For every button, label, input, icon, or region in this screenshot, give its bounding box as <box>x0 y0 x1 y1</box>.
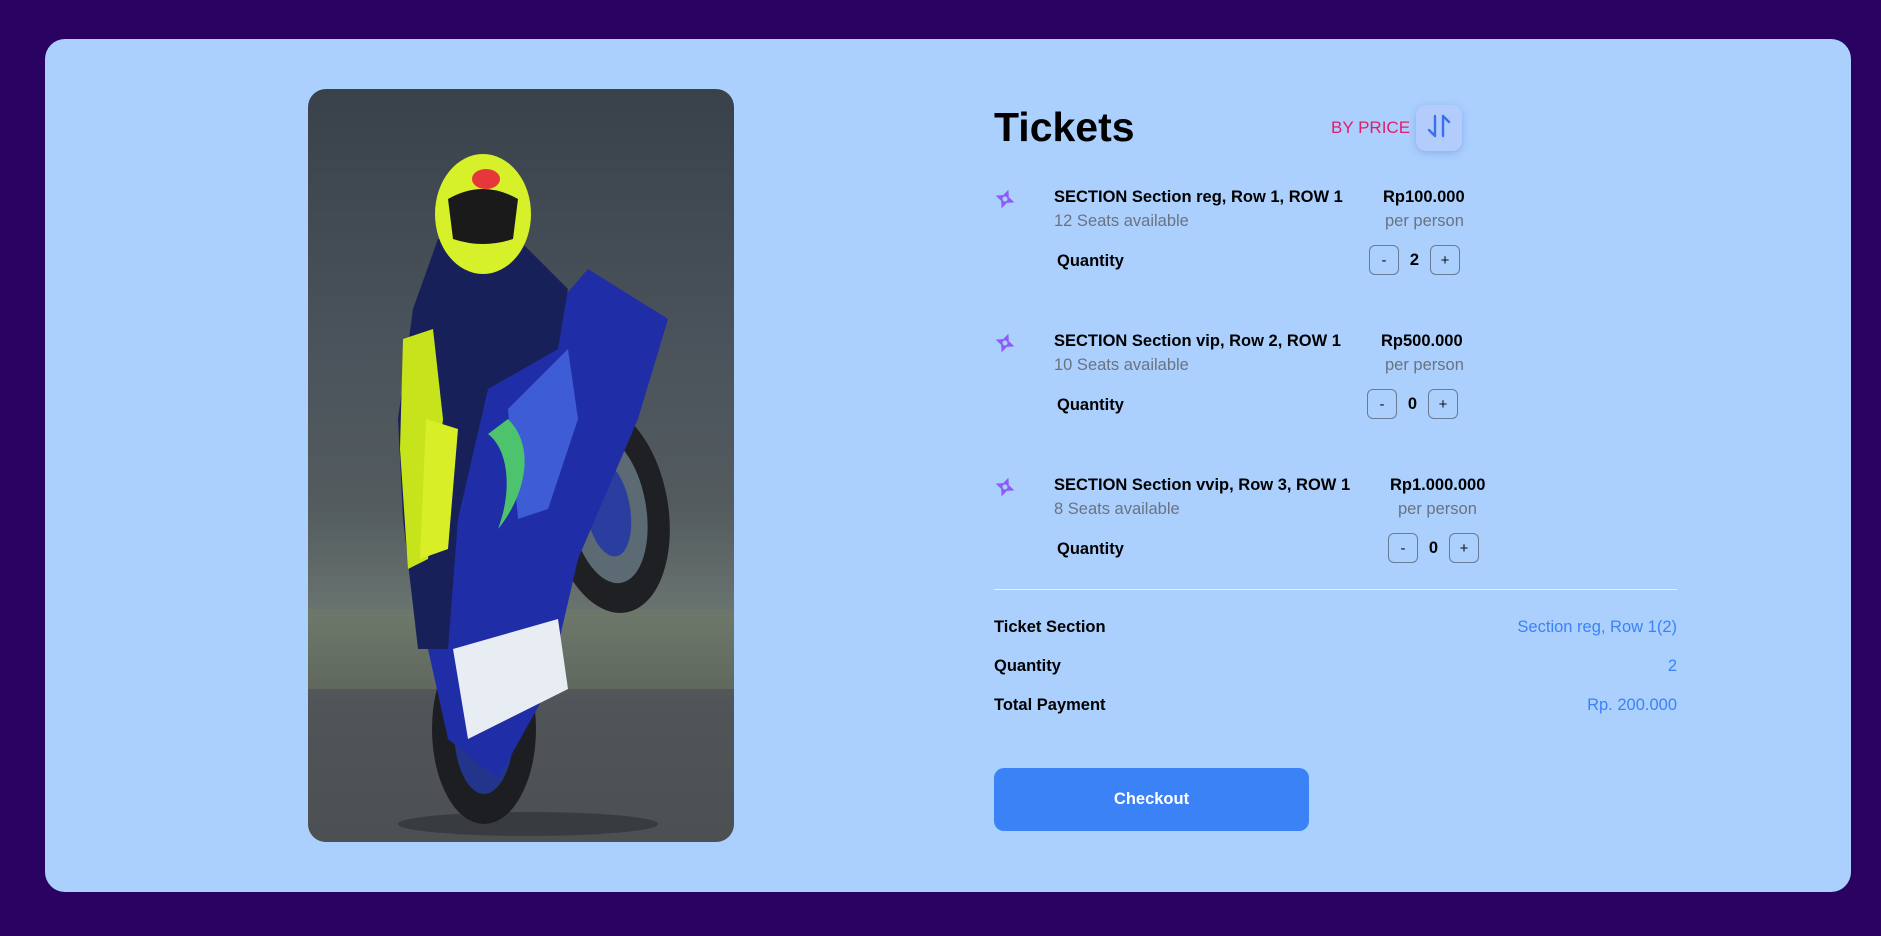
ticket-item-reg: SECTION Section reg, Row 1, ROW 1 12 Sea… <box>994 182 1494 292</box>
summary-value: 2 <box>1667 657 1677 675</box>
sort-arrows-icon <box>1425 112 1453 145</box>
summary-divider <box>994 589 1677 590</box>
decrement-button[interactable]: - <box>1367 389 1397 419</box>
summary-label: Quantity <box>994 657 1061 675</box>
quantity-stepper: - 0 + <box>1367 389 1458 419</box>
ticket-seats: 8 Seats available <box>1054 500 1180 518</box>
ticket-price: Rp1.000.000 <box>1390 476 1486 494</box>
summary-value: Rp. 200.000 <box>1587 696 1677 714</box>
ticket-price: Rp500.000 <box>1381 332 1463 350</box>
quantity-label: Quantity <box>1057 252 1124 270</box>
quantity-label: Quantity <box>1057 540 1124 558</box>
quantity-value: 2 <box>1409 250 1420 269</box>
page-title: Tickets <box>994 104 1135 150</box>
sort-button[interactable] <box>1416 105 1462 151</box>
checkout-button[interactable]: Checkout <box>994 768 1309 831</box>
ticket-per-person: per person <box>1385 212 1464 230</box>
ticket-per-person: per person <box>1398 500 1477 518</box>
ticket-item-vvip: SECTION Section vvip, Row 3, ROW 1 8 Sea… <box>994 470 1494 580</box>
quantity-stepper: - 2 + <box>1369 245 1460 275</box>
summary-label: Ticket Section <box>994 618 1106 636</box>
ticket-name: SECTION Section vip, Row 2, ROW 1 <box>1054 332 1341 350</box>
ticket-price: Rp100.000 <box>1383 188 1465 206</box>
increment-button[interactable]: + <box>1449 533 1479 563</box>
decrement-button[interactable]: - <box>1388 533 1418 563</box>
ticket-name: SECTION Section reg, Row 1, ROW 1 <box>1054 188 1343 206</box>
ticket-icon <box>994 188 1016 210</box>
quantity-value: 0 <box>1428 538 1439 557</box>
ticket-icon <box>994 332 1016 354</box>
summary-value: Section reg, Row 1(2) <box>1517 618 1677 636</box>
event-photo <box>308 89 734 842</box>
ticket-seats: 10 Seats available <box>1054 356 1189 374</box>
ticket-name: SECTION Section vvip, Row 3, ROW 1 <box>1054 476 1351 494</box>
quantity-stepper: - 0 + <box>1388 533 1479 563</box>
summary-label: Total Payment <box>994 696 1106 714</box>
increment-button[interactable]: + <box>1428 389 1458 419</box>
decrement-button[interactable]: - <box>1369 245 1399 275</box>
ticket-icon <box>994 476 1016 498</box>
quantity-label: Quantity <box>1057 396 1124 414</box>
ticket-item-vip: SECTION Section vip, Row 2, ROW 1 10 Sea… <box>994 326 1494 436</box>
ticket-seats: 12 Seats available <box>1054 212 1189 230</box>
increment-button[interactable]: + <box>1430 245 1460 275</box>
ticket-per-person: per person <box>1385 356 1464 374</box>
sort-label[interactable]: BY PRICE <box>1331 118 1410 138</box>
quantity-value: 0 <box>1407 394 1418 413</box>
